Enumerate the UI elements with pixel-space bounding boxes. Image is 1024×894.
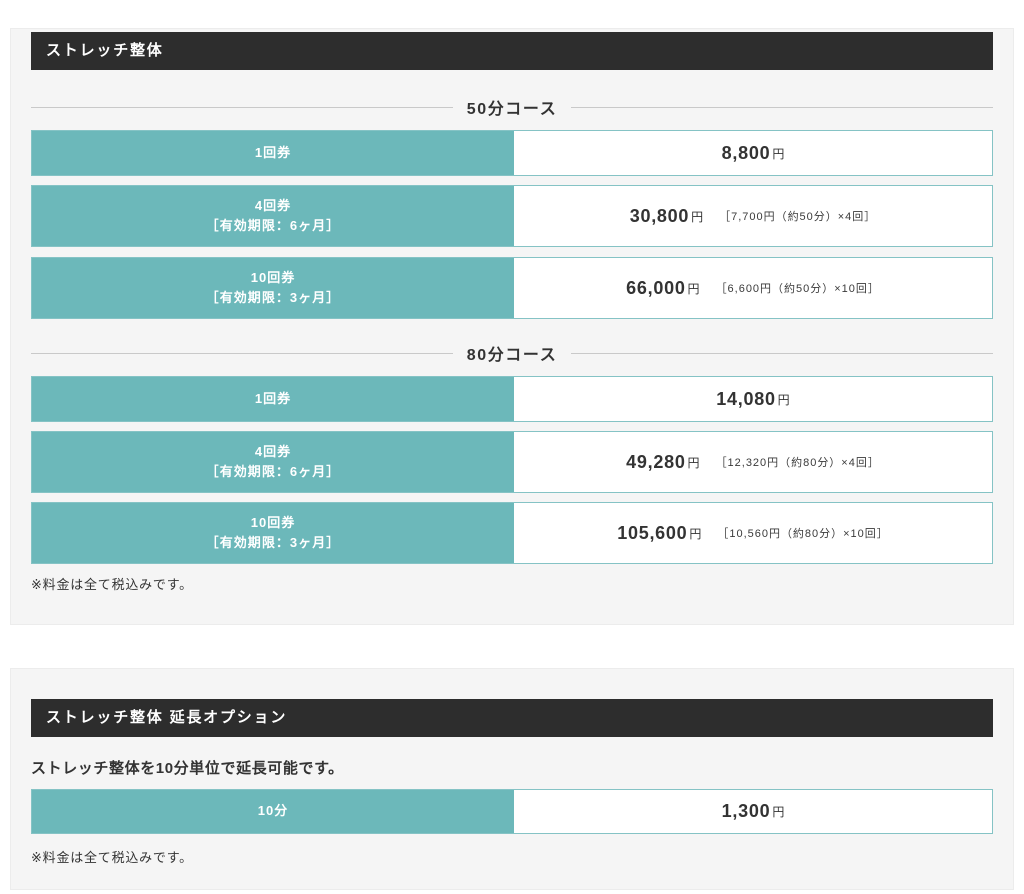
price-unit: 円 [772, 803, 784, 820]
price-row-80min-4tickets: 4回券 ［有効期限：6ヶ月］ 49,280 円 ［12,320円（約80分）×4… [31, 431, 993, 493]
extension-description: ストレッチ整体を10分単位で延長可能です。 [31, 757, 993, 778]
price-value: 49,280 [626, 452, 685, 473]
price-value: 66,000 [626, 278, 685, 299]
course-title-80min: 80分コース [467, 341, 558, 365]
price-detail: ［7,700円（約50分）×4回］ [719, 208, 876, 224]
price-unit: 円 [778, 391, 790, 408]
ticket-name: 4回券 [255, 442, 291, 462]
heading-line-left [31, 353, 453, 354]
price-unit: 円 [688, 280, 700, 297]
heading-line-right [571, 353, 993, 354]
ticket-name: 1回券 [255, 143, 291, 163]
section-header-extension-option: ストレッチ整体 延長オプション [31, 699, 993, 737]
course-heading-80min: 80分コース [31, 343, 993, 363]
price-detail: ［10,560円（約80分）×10回］ [717, 525, 888, 541]
section-header-stretch-seitai: ストレッチ整体 [31, 32, 993, 70]
ticket-cell: 10回券 ［有効期限：3ヶ月］ [32, 258, 514, 318]
price-cell: 8,800 円 [514, 131, 992, 175]
ticket-name: 10回券 [251, 268, 296, 288]
course-heading-50min: 50分コース [31, 97, 993, 117]
heading-line-right [571, 107, 993, 108]
price-value: 1,300 [722, 801, 771, 822]
tax-note: ※料金は全て税込みです。 [31, 847, 993, 866]
price-value: 30,800 [630, 206, 689, 227]
price-row-80min-1ticket: 1回券 14,080 円 [31, 376, 993, 422]
section-title: ストレッチ整体 延長オプション [46, 709, 287, 726]
price-cell: 1,300 円 [514, 790, 992, 833]
price-value: 105,600 [617, 523, 687, 544]
tax-note: ※料金は全て税込みです。 [31, 574, 993, 593]
ticket-cell: 1回券 [32, 131, 514, 175]
price-value: 14,080 [716, 389, 775, 410]
ticket-name: 10回券 [251, 513, 296, 533]
extension-option-section: ストレッチ整体 延長オプション ストレッチ整体を10分単位で延長可能です。 10… [10, 668, 1014, 890]
stretch-seitai-pricing-section: ストレッチ整体 50分コース 1回券 8,800 円 4回券 ［有効期限：6ヶ月… [10, 28, 1014, 625]
ticket-cell: 10分 [32, 790, 514, 833]
price-cell: 66,000 円 ［6,600円（約50分）×10回］ [514, 258, 992, 318]
ticket-cell: 4回券 ［有効期限：6ヶ月］ [32, 186, 514, 246]
ticket-name: 1回券 [255, 389, 291, 409]
price-cell: 49,280 円 ［12,320円（約80分）×4回］ [514, 432, 992, 492]
price-cell: 30,800 円 ［7,700円（約50分）×4回］ [514, 186, 992, 246]
ticket-name: 4回券 [255, 196, 291, 216]
price-row-80min-10tickets: 10回券 ［有効期限：3ヶ月］ 105,600 円 ［10,560円（約80分）… [31, 502, 993, 564]
ticket-validity: ［有効期限：3ヶ月］ [206, 288, 341, 308]
price-detail: ［6,600円（約50分）×10回］ [716, 280, 880, 296]
price-cell: 14,080 円 [514, 377, 992, 421]
ticket-validity: ［有効期限：6ヶ月］ [206, 216, 341, 236]
price-row-50min-4tickets: 4回券 ［有効期限：6ヶ月］ 30,800 円 ［7,700円（約50分）×4回… [31, 185, 993, 247]
price-detail: ［12,320円（約80分）×4回］ [716, 454, 880, 470]
ticket-cell: 10回券 ［有効期限：3ヶ月］ [32, 503, 514, 563]
price-unit: 円 [691, 208, 703, 225]
ticket-name: 10分 [258, 801, 289, 821]
ticket-cell: 4回券 ［有効期限：6ヶ月］ [32, 432, 514, 492]
ticket-cell: 1回券 [32, 377, 514, 421]
price-row-extension-10min: 10分 1,300 円 [31, 789, 993, 834]
ticket-validity: ［有効期限：3ヶ月］ [206, 533, 341, 553]
price-unit: 円 [772, 145, 784, 162]
price-unit: 円 [688, 454, 700, 471]
price-row-50min-10tickets: 10回券 ［有効期限：3ヶ月］ 66,000 円 ［6,600円（約50分）×1… [31, 257, 993, 319]
price-value: 8,800 [722, 143, 771, 164]
price-unit: 円 [689, 525, 701, 542]
section-title: ストレッチ整体 [46, 42, 164, 59]
heading-line-left [31, 107, 453, 108]
course-title-50min: 50分コース [467, 95, 558, 119]
price-cell: 105,600 円 ［10,560円（約80分）×10回］ [514, 503, 992, 563]
price-row-50min-1ticket: 1回券 8,800 円 [31, 130, 993, 176]
ticket-validity: ［有効期限：6ヶ月］ [206, 462, 341, 482]
